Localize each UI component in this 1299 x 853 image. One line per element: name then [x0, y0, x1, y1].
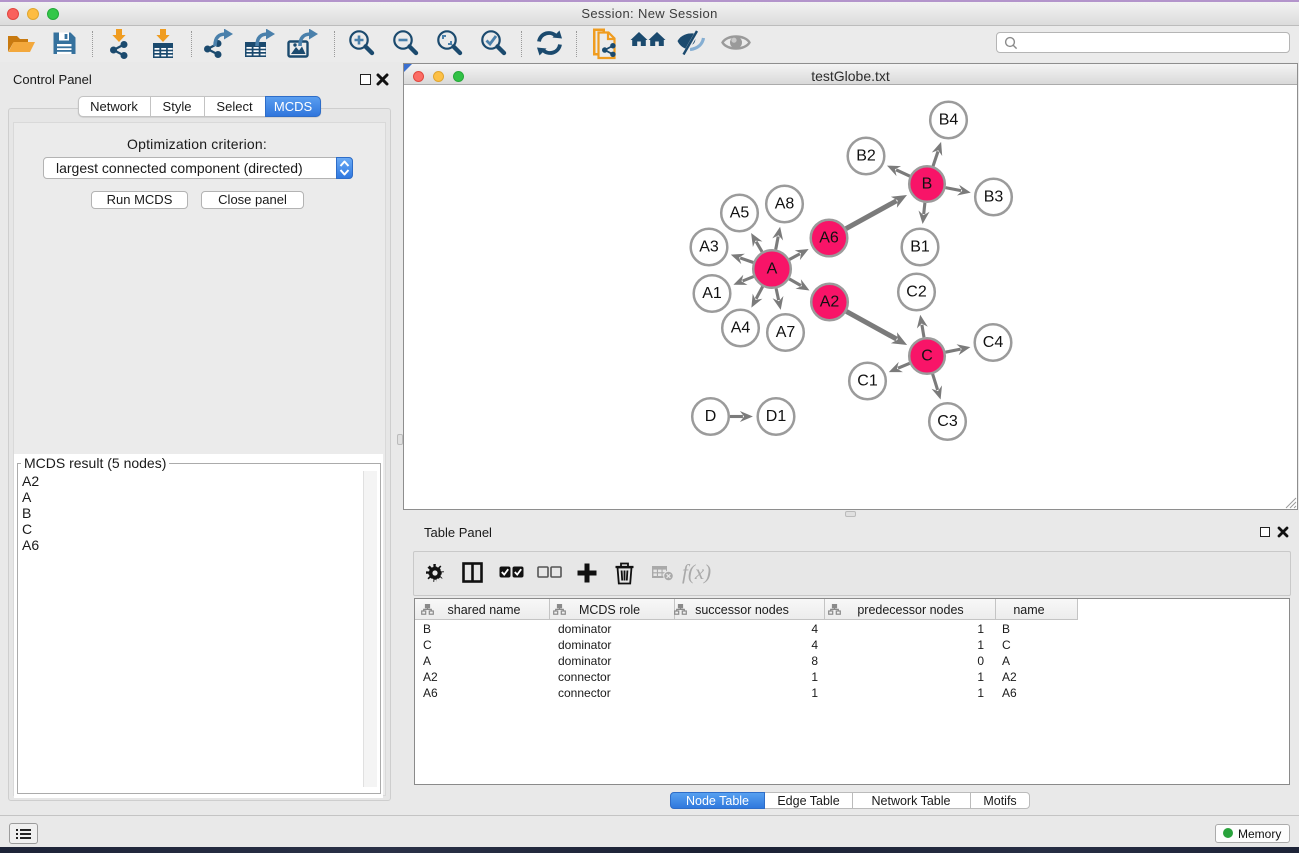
svg-text:B3: B3 [984, 189, 1004, 206]
svg-text:B1: B1 [910, 239, 930, 256]
svg-text:A6: A6 [819, 230, 839, 247]
svg-text:C2: C2 [906, 284, 927, 301]
svg-text:C: C [921, 348, 933, 365]
svg-text:B2: B2 [856, 148, 876, 165]
svg-text:C4: C4 [983, 334, 1004, 351]
svg-text:A7: A7 [776, 324, 796, 341]
svg-text:A4: A4 [731, 320, 751, 337]
svg-text:C1: C1 [857, 373, 878, 390]
svg-text:A: A [767, 261, 778, 278]
svg-text:B: B [922, 176, 933, 193]
svg-text:A8: A8 [775, 196, 795, 213]
svg-text:A1: A1 [702, 285, 722, 302]
svg-text:D1: D1 [766, 408, 787, 425]
svg-text:A3: A3 [699, 239, 719, 256]
svg-text:B4: B4 [939, 112, 959, 129]
svg-text:A2: A2 [820, 294, 840, 311]
svg-text:C3: C3 [937, 413, 958, 430]
svg-text:A5: A5 [730, 205, 750, 222]
svg-text:D: D [705, 408, 717, 425]
